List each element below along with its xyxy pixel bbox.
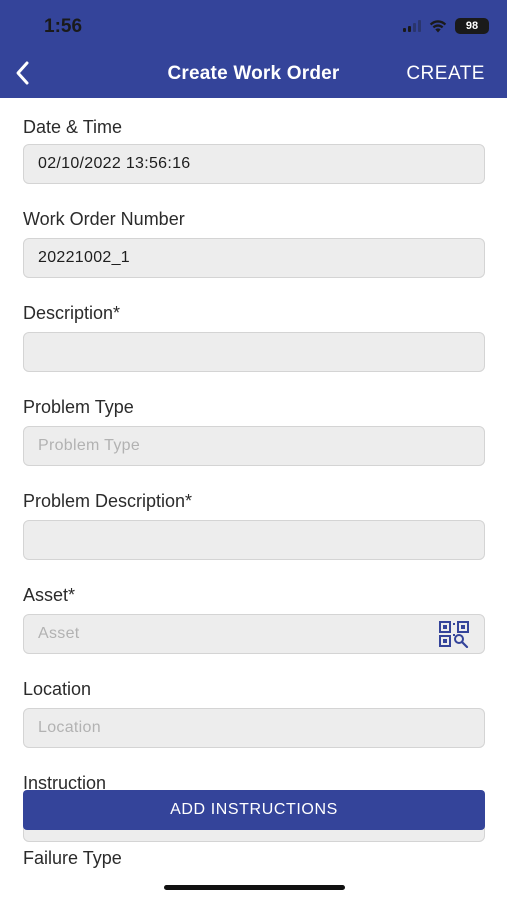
cellular-signal-icon	[403, 20, 421, 32]
wo-number-label: Work Order Number	[23, 209, 185, 229]
asset-placeholder: Asset	[38, 625, 80, 642]
asset-field[interactable]: Asset	[23, 614, 485, 654]
problem-description-label: Problem Description*	[23, 491, 193, 511]
wo-number-field[interactable]: 20221002_1	[23, 238, 485, 278]
failure-type-label: Failure Type	[23, 848, 122, 868]
app-header: 1:56 98 Create Work Order CREATE	[0, 0, 507, 98]
qr-scan-icon[interactable]	[438, 620, 470, 648]
home-indicator	[164, 885, 345, 890]
wifi-icon	[429, 19, 447, 32]
add-instructions-button[interactable]: ADD INSTRUCTIONS	[23, 790, 485, 830]
create-button[interactable]: CREATE	[406, 63, 485, 85]
status-time: 1:56	[44, 16, 83, 37]
status-icons: 98	[403, 18, 489, 34]
battery-icon: 98	[455, 18, 489, 34]
description-label: Description*	[23, 303, 121, 323]
problem-type-label: Problem Type	[23, 397, 134, 417]
datetime-label: Date & Time	[23, 117, 123, 137]
location-field[interactable]: Location	[23, 708, 485, 748]
work-order-form: Date & Time 02/10/2022 13:56:16 Work Ord…	[23, 98, 485, 842]
datetime-field[interactable]: 02/10/2022 13:56:16	[23, 144, 485, 184]
problem-type-field[interactable]: Problem Type	[23, 426, 485, 466]
asset-label: Asset*	[23, 585, 76, 605]
location-label: Location	[23, 679, 92, 699]
problem-description-field[interactable]	[23, 520, 485, 560]
description-field[interactable]	[23, 332, 485, 372]
